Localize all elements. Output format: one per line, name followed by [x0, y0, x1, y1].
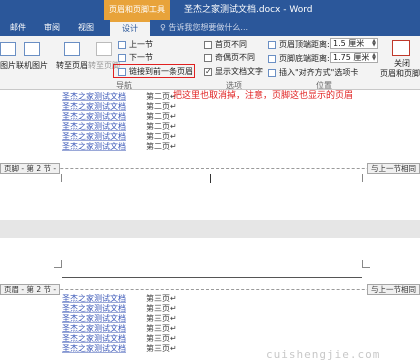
- doc-line-text: 圣杰之家测试文档: [62, 314, 126, 323]
- margin-corner: [362, 260, 370, 268]
- footer-same-as-previous-tag: 与上一节相同: [367, 163, 420, 174]
- text-cursor: [210, 174, 211, 183]
- goto-footer-icon: [96, 42, 112, 56]
- prev-section-label: 上一节: [129, 40, 153, 49]
- header-from-top-text: 页眉顶端距离:: [279, 40, 330, 49]
- show-doc-text-label: 显示文档文字: [215, 67, 263, 76]
- spinner-arrows-icon[interactable]: ▲ ▼: [372, 39, 376, 48]
- doc-line-text: 圣杰之家测试文档: [62, 294, 126, 303]
- different-first-page-checkbox[interactable]: 首页不同: [204, 39, 247, 50]
- different-odd-even-label: 奇偶页不同: [215, 53, 255, 62]
- checkbox-icon: [204, 40, 212, 49]
- doc-line-page: 第三页↵: [146, 344, 177, 353]
- header-position-icon: [268, 40, 276, 49]
- header-same-as-previous-tag: 与上一节相同: [367, 284, 420, 295]
- doc-line-page: 第二页↵: [146, 132, 177, 141]
- doc-line-text: 圣杰之家测试文档: [62, 132, 126, 141]
- prev-section-button[interactable]: 上一节: [118, 39, 153, 50]
- prev-section-icon: [118, 40, 126, 49]
- picture-button[interactable]: 图片: [0, 60, 16, 71]
- insert-alignment-tab-button[interactable]: 插入"对齐方式"选项卡: [268, 67, 358, 78]
- doc-line-page: 第二页↵: [146, 112, 177, 121]
- ribbon-tabs: 邮件 审阅 视图 设计 ♀ 告诉我您想要做什么...: [0, 20, 420, 36]
- goto-header-button[interactable]: 转至页眉: [56, 60, 88, 71]
- doc-line-page: 第三页↵: [146, 324, 177, 333]
- doc-line-text: 圣杰之家测试文档: [62, 92, 126, 101]
- online-picture-button[interactable]: 联机图片: [16, 60, 48, 71]
- tab-view[interactable]: 视图: [74, 20, 98, 36]
- title-bar: 页眉和页脚工具 圣杰之家测试文档.docx - Word: [0, 0, 420, 20]
- context-tab-header: 页眉和页脚工具: [104, 0, 170, 20]
- tab-review[interactable]: 审阅: [40, 20, 64, 36]
- doc-line[interactable]: 圣杰之家测试文档 第三页↵: [62, 343, 177, 354]
- different-odd-even-checkbox[interactable]: 奇偶页不同: [204, 52, 255, 63]
- doc-line[interactable]: 圣杰之家测试文档 第二页↵: [62, 141, 177, 152]
- close-header-footer-button[interactable]: 页眉和页脚: [380, 68, 420, 79]
- header-separator: [0, 289, 420, 290]
- page-2: 圣杰之家测试文档 第二页↵ 圣杰之家测试文档 第二页↵ 圣杰之家测试文档 第二页↵ 圣…: [0, 90, 420, 220]
- margin-corner: [54, 260, 62, 268]
- header-from-top-label: 页眉顶端距离:: [268, 39, 330, 50]
- doc-line-text: 圣杰之家测试文档: [62, 344, 126, 353]
- doc-line-page: 第三页↵: [146, 314, 177, 323]
- footer-from-bottom-label: 页脚底端距离:: [268, 53, 330, 64]
- spinner-arrows-icon[interactable]: ▲ ▼: [372, 53, 376, 62]
- doc-line-text: 圣杰之家测试文档: [62, 324, 126, 333]
- doc-line-text: 圣杰之家测试文档: [62, 122, 126, 131]
- next-section-label: 下一节: [129, 53, 153, 62]
- different-first-page-label: 首页不同: [215, 40, 247, 49]
- margin-corner: [54, 174, 62, 182]
- doc-line-text: 圣杰之家测试文档: [62, 102, 126, 111]
- doc-line-text: 圣杰之家测试文档: [62, 112, 126, 121]
- margin-corner: [362, 174, 370, 182]
- ribbon: 图片 联机图片 转至页眉 转至页脚 上一节 下一节 链接到前一条页眉 导航 首页…: [0, 36, 420, 90]
- goto-header-icon: [64, 42, 80, 56]
- highlight-box: [113, 64, 195, 78]
- online-picture-icon: [24, 42, 40, 56]
- footer-position-icon: [268, 54, 276, 63]
- page-3: 页眉 - 第 2 节 - 与上一节相同 圣杰之家测试文档 第三页↵ 圣杰之家测试文…: [0, 238, 420, 363]
- doc-line-page: 第三页↵: [146, 304, 177, 313]
- doc-line-page: 第二页↵: [146, 142, 177, 151]
- header-from-top-value: 1.5 厘米: [333, 39, 365, 48]
- show-doc-text-checkbox[interactable]: 显示文档文字: [204, 66, 263, 77]
- doc-line-page: 第三页↵: [146, 334, 177, 343]
- watermark: cuishengjie.com: [266, 348, 381, 361]
- footer-section-tag: 页脚 - 第 2 节 -: [0, 163, 61, 174]
- annotation-text: 把这里也取消掉，注意，页脚这也显示的页眉: [173, 91, 354, 101]
- tab-design[interactable]: 设计: [110, 20, 150, 36]
- checkbox-checked-icon: [204, 67, 212, 76]
- doc-line-text: 圣杰之家测试文档: [62, 304, 126, 313]
- picture-icon: [0, 42, 16, 56]
- window-title: 圣杰之家测试文档.docx - Word: [184, 5, 313, 15]
- footer-from-bottom-text: 页脚底端距离:: [279, 54, 330, 63]
- header-border-line: [62, 277, 362, 278]
- next-section-button[interactable]: 下一节: [118, 52, 153, 63]
- doc-line-page: 第二页↵: [146, 102, 177, 111]
- document-area[interactable]: 圣杰之家测试文档 第二页↵ 圣杰之家测试文档 第二页↵ 圣杰之家测试文档 第二页↵ 圣…: [0, 90, 420, 363]
- insert-alignment-tab-label: 插入"对齐方式"选项卡: [279, 68, 359, 77]
- footer-from-bottom-value: 1.75 厘米: [333, 53, 370, 62]
- header-from-top-spinner[interactable]: 1.5 厘米 ▲ ▼: [330, 38, 378, 49]
- doc-line-text: 圣杰之家测试文档: [62, 142, 126, 151]
- alignment-tab-icon: [268, 68, 276, 77]
- header-section-tag: 页眉 - 第 2 节 -: [0, 284, 61, 295]
- close-header-footer-icon: [392, 40, 410, 56]
- doc-line-text: 圣杰之家测试文档: [62, 334, 126, 343]
- doc-line-page: 第三页↵: [146, 294, 177, 303]
- tab-mailings[interactable]: 邮件: [6, 20, 30, 36]
- tell-me-search[interactable]: ♀ 告诉我您想要做什么...: [160, 20, 248, 36]
- doc-line-page: 第二页↵: [146, 122, 177, 131]
- footer-separator: [0, 168, 420, 169]
- next-section-icon: [118, 53, 126, 62]
- footer-from-bottom-spinner[interactable]: 1.75 厘米 ▲ ▼: [330, 52, 378, 63]
- checkbox-icon: [204, 53, 212, 62]
